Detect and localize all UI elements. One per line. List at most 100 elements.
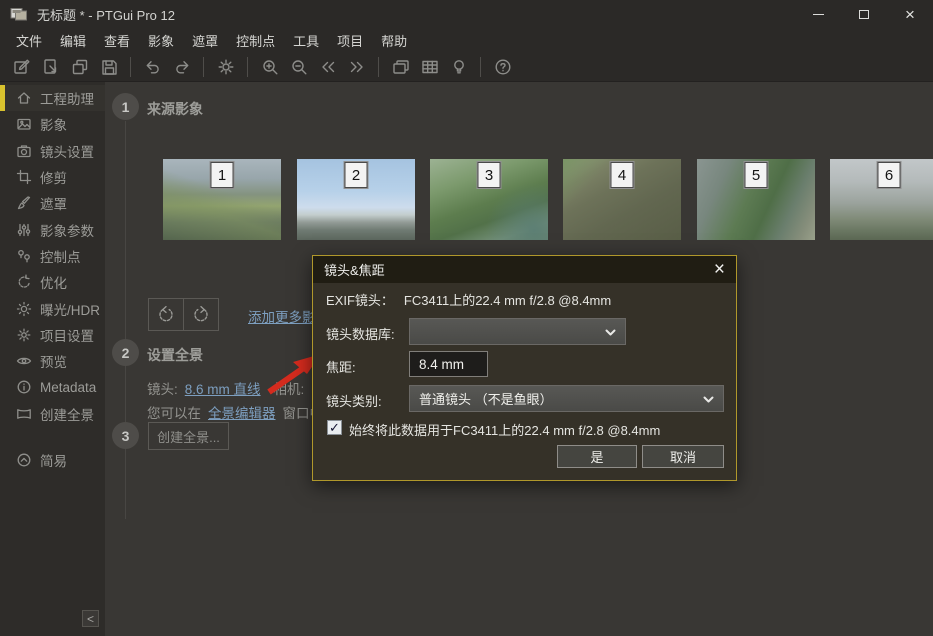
minimize-icon [813, 14, 824, 15]
lamp-icon [449, 57, 469, 77]
lens-type-value: 普通镜头 （不是鱼眼） [419, 389, 553, 408]
chevron-down-icon [605, 324, 616, 339]
help-button[interactable] [488, 54, 517, 80]
previous-icon [318, 57, 338, 77]
sidebar-item-label: 创建全景 [40, 404, 94, 424]
sidebar-item-preview[interactable]: 预览 [0, 348, 105, 374]
step-2-badge: 2 [112, 339, 139, 366]
source-image-thumbnail[interactable]: 2 [297, 159, 415, 240]
rotate-right-button[interactable] [183, 298, 219, 331]
sidebar-item-lens-settings[interactable]: 镜头设置 [0, 138, 105, 164]
source-image-thumbnail[interactable]: 5 [697, 159, 815, 240]
sidebar: 工程助理 影象 镜头设置 修剪 遮罩 影象参数 [0, 82, 105, 636]
sidebar-item-images[interactable]: 影象 [0, 111, 105, 137]
step-connector-line [125, 121, 126, 519]
previous-image-button[interactable] [313, 54, 342, 80]
sidebar-item-simple-mode[interactable]: 简易 [0, 447, 105, 473]
dialog-close-button[interactable]: × [703, 260, 725, 279]
panorama-editor-icon [391, 57, 411, 77]
maximize-button[interactable] [841, 0, 887, 28]
window-title: 无标题 * - PTGui Pro 12 [37, 5, 175, 24]
duplicate-project-icon [70, 57, 90, 77]
sidebar-item-label: 工程助理 [40, 88, 94, 108]
sidebar-item-project-settings[interactable]: 项目设置 [0, 322, 105, 348]
sidebar-item-control-points[interactable]: 控制点 [0, 243, 105, 269]
collapse-icon: < [87, 612, 94, 626]
toolbar-separator [203, 57, 204, 77]
source-image-thumbnail[interactable]: 1 [163, 159, 281, 240]
create-panorama-button[interactable]: 创建全景... [148, 422, 229, 450]
new-project-button[interactable] [7, 54, 36, 80]
menu-edit[interactable]: 编辑 [51, 31, 95, 50]
app-logo-icon [10, 6, 28, 22]
lens-type-dropdown[interactable]: 普通镜头 （不是鱼眼） [409, 385, 724, 412]
sidebar-item-optimize[interactable]: 优化 [0, 269, 105, 295]
sidebar-item-label: 简易 [40, 450, 67, 470]
focal-length-input[interactable] [409, 351, 488, 377]
image-number-badge: 3 [478, 162, 501, 188]
sliders-icon [16, 222, 32, 238]
rotate-ccw-icon [156, 305, 176, 325]
detail-viewer-button[interactable] [415, 54, 444, 80]
brush-icon [16, 195, 32, 211]
step-3-badge: 3 [112, 422, 139, 449]
dialog-body: EXIF镜头： FC3411上的22.4 mm f/2.8 @8.4mm 镜头数… [313, 283, 736, 479]
maximize-icon [859, 10, 869, 19]
camera-icon [16, 143, 32, 159]
redo-button[interactable] [167, 54, 196, 80]
sidebar-collapse-button[interactable]: < [82, 610, 99, 627]
sidebar-item-project-assistant[interactable]: 工程助理 [0, 85, 105, 111]
zoom-out-button[interactable] [284, 54, 313, 80]
close-icon: × [905, 6, 915, 23]
minimize-button[interactable] [795, 0, 841, 28]
menu-help[interactable]: 帮助 [372, 31, 416, 50]
sidebar-item-image-parameters[interactable]: 影象参数 [0, 216, 105, 242]
toolbar-separator [480, 57, 481, 77]
panorama-editor-link[interactable]: 全景编辑器 [208, 402, 276, 422]
menu-file[interactable]: 文件 [7, 31, 51, 50]
menu-tools[interactable]: 工具 [284, 31, 328, 50]
sidebar-item-crop[interactable]: 修剪 [0, 164, 105, 190]
sidebar-item-create-panorama[interactable]: 创建全景 [0, 401, 105, 427]
image-number-badge: 1 [211, 162, 234, 188]
control-point-assistant-button[interactable] [444, 54, 473, 80]
remember-data-checkbox[interactable]: ✓ [327, 420, 342, 435]
menu-images[interactable]: 影象 [139, 31, 183, 50]
yes-button[interactable]: 是 [557, 445, 637, 468]
dialog-title-bar[interactable]: 镜头&焦距 × [313, 256, 736, 283]
duplicate-project-button[interactable] [65, 54, 94, 80]
map-pins-icon [16, 248, 32, 264]
cancel-button[interactable]: 取消 [642, 445, 724, 468]
sidebar-item-label: 遮罩 [40, 193, 67, 213]
sidebar-item-metadata[interactable]: Metadata [0, 374, 105, 400]
menu-project[interactable]: 项目 [328, 31, 372, 50]
lens-focal-dialog: 镜头&焦距 × EXIF镜头： FC3411上的22.4 mm f/2.8 @8… [312, 255, 737, 481]
close-button[interactable]: × [887, 0, 933, 28]
sidebar-item-mask[interactable]: 遮罩 [0, 190, 105, 216]
home-icon [16, 90, 32, 106]
lens-database-dropdown[interactable] [409, 318, 626, 345]
panorama-editor-button[interactable] [386, 54, 415, 80]
undo-button[interactable] [138, 54, 167, 80]
dialog-title: 镜头&焦距 [324, 260, 385, 279]
rotate-left-button[interactable] [148, 298, 184, 331]
zoom-in-button[interactable] [255, 54, 284, 80]
exif-lens-value: FC3411上的22.4 mm f/2.8 @8.4mm [404, 290, 611, 309]
lens-settings-link[interactable]: 8.6 mm 直线 [185, 378, 261, 398]
next-image-button[interactable] [342, 54, 371, 80]
sun-icon [16, 301, 32, 317]
source-image-thumbnail[interactable]: 3 [430, 159, 548, 240]
source-image-thumbnail[interactable]: 6 [830, 159, 933, 240]
sidebar-item-label: 镜头设置 [40, 141, 94, 161]
lens-database-label: 镜头数据库: [326, 324, 395, 343]
source-image-thumbnail[interactable]: 4 [563, 159, 681, 240]
lens-label: 镜头: [147, 378, 178, 398]
settings-button[interactable] [211, 54, 240, 80]
menu-control-points[interactable]: 控制点 [227, 31, 284, 50]
open-project-button[interactable] [36, 54, 65, 80]
sidebar-item-exposure-hdr[interactable]: 曝光/HDR [0, 295, 105, 321]
zoom-in-icon [260, 57, 280, 77]
save-project-button[interactable] [94, 54, 123, 80]
menu-view[interactable]: 查看 [95, 31, 139, 50]
menu-mask[interactable]: 遮罩 [183, 31, 227, 50]
